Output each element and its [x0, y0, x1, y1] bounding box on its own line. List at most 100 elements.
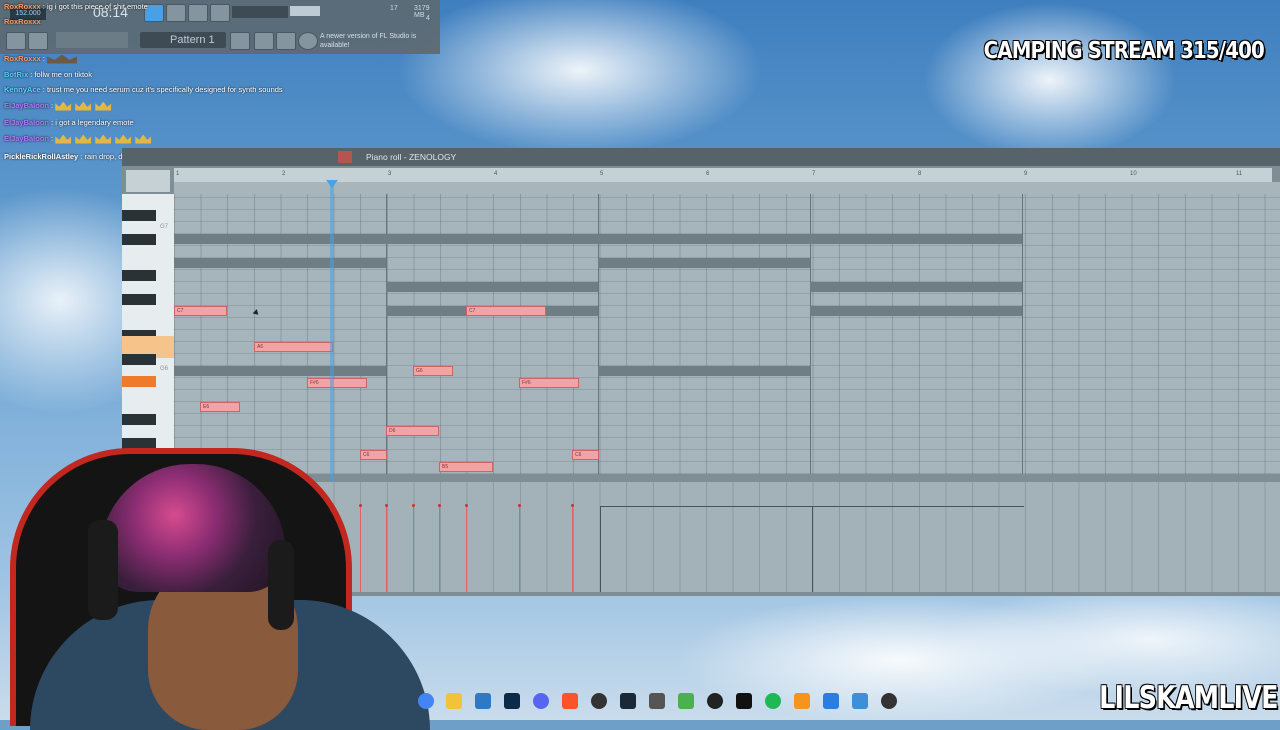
- bar-number: 8: [918, 171, 922, 177]
- snap-button[interactable]: [6, 32, 26, 50]
- piano-roll-title: Piano roll - ZENOLOGY: [366, 152, 457, 162]
- chat-message: ElJayBaloon :: [4, 134, 155, 144]
- crown-emote-icon: [55, 134, 72, 144]
- tool-button[interactable]: [28, 32, 48, 50]
- poly-value: 4: [426, 15, 430, 22]
- black-key[interactable]: [122, 414, 156, 425]
- bar-number: 6: [706, 171, 710, 177]
- obs-icon[interactable]: [591, 693, 607, 709]
- velocity-bar[interactable]: [812, 506, 813, 592]
- note[interactable]: A6: [254, 342, 333, 352]
- crown-emote-icon: [75, 101, 92, 111]
- bar-number: 2: [282, 171, 286, 177]
- store-icon[interactable]: [475, 693, 491, 709]
- note[interactable]: C7: [466, 306, 546, 316]
- black-key[interactable]: [122, 210, 156, 221]
- bar-number: 9: [1024, 171, 1028, 177]
- pattern-picker[interactable]: [56, 32, 128, 48]
- pattern-selector[interactable]: Pattern 1: [140, 32, 226, 48]
- bar-number: 7: [812, 171, 816, 177]
- velocity-bar[interactable]: [572, 506, 573, 592]
- photoshop-icon[interactable]: [504, 693, 520, 709]
- crown-emote-icon: [75, 134, 92, 144]
- black-key[interactable]: [122, 270, 156, 281]
- chat-message: BotRix : follw me on tiktok: [4, 70, 92, 79]
- velocity-handle[interactable]: [571, 504, 574, 507]
- octave-label: G7: [160, 224, 169, 230]
- 4k-icon[interactable]: [707, 693, 723, 709]
- note[interactable]: D6: [386, 426, 439, 436]
- headphones-left: [88, 520, 118, 620]
- notepad-icon[interactable]: [852, 693, 868, 709]
- fl-studio-icon[interactable]: [794, 693, 810, 709]
- streamer-name: LILSKAMLIVE: [1099, 680, 1278, 716]
- bar-number: 11: [1236, 171, 1243, 177]
- velocity-handle[interactable]: [438, 504, 441, 507]
- velocity-bar[interactable]: [600, 506, 601, 592]
- chrome-icon[interactable]: [418, 693, 434, 709]
- note[interactable]: G6: [413, 366, 453, 376]
- velocity-level-line: [600, 506, 1024, 507]
- crown-emote-icon: [95, 134, 112, 144]
- news-icon[interactable]: [298, 32, 318, 50]
- bar-number: 5: [600, 171, 604, 177]
- tool-button[interactable]: [210, 4, 230, 22]
- alt-button[interactable]: [276, 32, 296, 50]
- app-icon[interactable]: [649, 693, 665, 709]
- azure-icon[interactable]: [823, 693, 839, 709]
- note[interactable]: E6: [200, 402, 240, 412]
- cpu-value: 17: [390, 5, 398, 12]
- black-key[interactable]: [122, 354, 156, 365]
- ghost-note: [174, 366, 386, 376]
- bar-number: 3: [388, 171, 392, 177]
- note[interactable]: F#6: [519, 378, 579, 388]
- master-volume[interactable]: [290, 6, 320, 16]
- note[interactable]: F#6: [307, 378, 367, 388]
- crown-emote-icon: [115, 134, 132, 144]
- bar-number: 4: [494, 171, 498, 177]
- tool-button[interactable]: [188, 4, 208, 22]
- discord-icon[interactable]: [533, 693, 549, 709]
- bar-line: [1022, 194, 1023, 474]
- ghost-note: [810, 306, 1022, 316]
- note-grid[interactable]: C7 A6 F#6 E6 G6 D6 C6 B5 C7 F#6 C6: [174, 194, 1280, 474]
- piano-keyboard[interactable]: G7 G6: [122, 194, 174, 474]
- note[interactable]: B5: [439, 462, 493, 472]
- news-message[interactable]: A newer version of FL Studio is availabl…: [320, 32, 430, 52]
- bar-number: 1: [176, 171, 180, 177]
- capcut-icon[interactable]: [736, 693, 752, 709]
- media-icon[interactable]: [881, 693, 897, 709]
- note[interactable]: C7: [174, 306, 227, 316]
- corner-tools[interactable]: [126, 170, 170, 192]
- ghost-note: [386, 282, 598, 292]
- velocity-handle[interactable]: [518, 504, 521, 507]
- brave-icon[interactable]: [562, 693, 578, 709]
- game-icon[interactable]: [678, 693, 694, 709]
- step-button[interactable]: [230, 32, 250, 50]
- timeline-ruler[interactable]: 1 2 3 4 5 6 7 8 9 10 11: [174, 168, 1272, 182]
- playhead-marker[interactable]: [326, 180, 338, 188]
- emote-icon: [46, 54, 77, 64]
- velocity-bar[interactable]: [439, 506, 440, 592]
- pressed-key[interactable]: [122, 376, 156, 387]
- velocity-bar[interactable]: [466, 506, 467, 592]
- ghost-note: [598, 258, 810, 268]
- ctrl-button[interactable]: [254, 32, 274, 50]
- steam-icon[interactable]: [620, 693, 636, 709]
- spotify-icon[interactable]: [765, 693, 781, 709]
- loop-strip[interactable]: [174, 182, 1280, 194]
- black-key[interactable]: [122, 294, 156, 305]
- chat-message: RoxRoxxx: [4, 17, 41, 26]
- black-key[interactable]: [122, 234, 156, 245]
- chat-message: ElJayBaloon :: [4, 101, 115, 111]
- tool-button[interactable]: [166, 4, 186, 22]
- velocity-bar[interactable]: [519, 506, 520, 592]
- crown-emote-icon: [55, 101, 72, 111]
- piano-roll-titlebar[interactable]: Piano roll - ZENOLOGY: [122, 148, 1280, 166]
- headphones-right: [268, 540, 294, 630]
- ghost-note: [174, 234, 1022, 244]
- folder-icon[interactable]: [446, 693, 462, 709]
- note[interactable]: C6: [572, 450, 599, 460]
- taskbar: [416, 690, 906, 712]
- velocity-handle[interactable]: [465, 504, 468, 507]
